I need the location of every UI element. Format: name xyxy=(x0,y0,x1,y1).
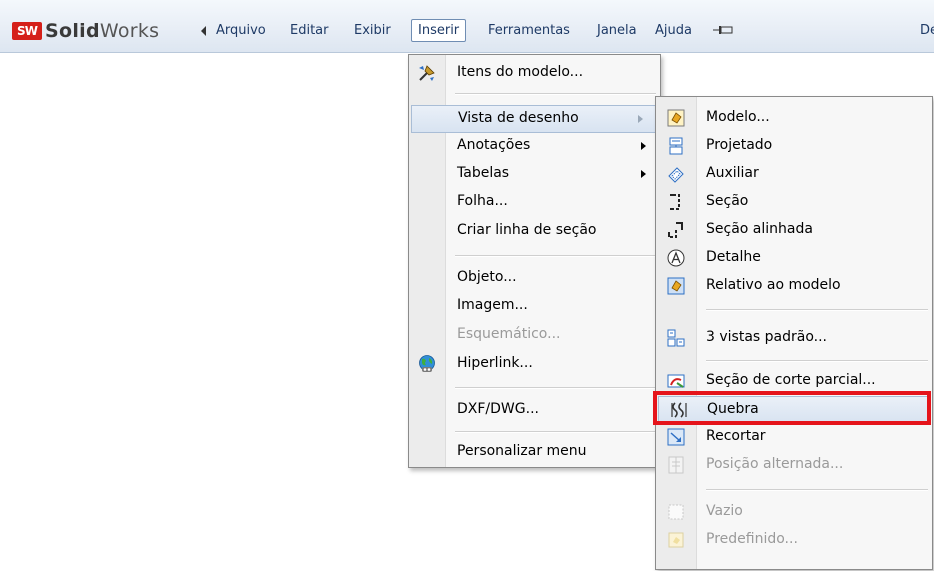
relative-view-icon xyxy=(667,277,685,295)
crop-icon xyxy=(667,428,685,446)
menu-item-label: Criar linha de seção xyxy=(457,222,597,238)
menu-editar[interactable]: Editar xyxy=(290,23,329,38)
menu-item-criar-linha-de-secao[interactable]: Criar linha de seção xyxy=(409,218,660,244)
menu-ajuda[interactable]: Ajuda xyxy=(655,23,692,38)
menu-janela[interactable]: Janela xyxy=(597,23,637,38)
predefined-view-icon xyxy=(668,532,684,548)
menu-item-label: Detalhe xyxy=(706,249,761,265)
menu-item-objeto[interactable]: Objeto... xyxy=(409,265,660,291)
menu-item-tabelas[interactable]: Tabelas xyxy=(409,161,660,187)
menu-item-dxf-dwg[interactable]: DXF/DWG... xyxy=(409,397,660,423)
menu-item-folha[interactable]: Folha... xyxy=(409,189,660,215)
menu-item-hiperlink[interactable]: Hiperlink... xyxy=(409,351,660,377)
menu-item-label: Recortar xyxy=(706,428,766,444)
menu-item-label: Vista de desenho xyxy=(458,110,579,126)
menu-inserir[interactable]: Inserir xyxy=(411,19,467,42)
submenu-item-relativo-ao-modelo[interactable]: Relativo ao modelo xyxy=(656,273,932,299)
collapse-menu-arrow-icon[interactable] xyxy=(201,26,206,36)
menu-item-label: Itens do modelo... xyxy=(457,64,584,80)
logo-badge: SW xyxy=(12,22,42,40)
menu-item-label: Tabelas xyxy=(457,165,510,181)
menu-item-label: Objeto... xyxy=(457,269,517,285)
submenu-item-recortar[interactable]: Recortar xyxy=(656,424,932,450)
menu-item-label: Personalizar menu xyxy=(457,443,587,459)
callout-highlight-box xyxy=(653,391,931,425)
menu-item-label: Hiperlink... xyxy=(457,355,533,371)
menu-ferramentas[interactable]: Ferramentas xyxy=(488,23,570,38)
submenu-arrow-icon xyxy=(641,142,646,150)
empty-view-icon xyxy=(668,504,684,520)
menu-exibir[interactable]: Exibir xyxy=(354,23,391,38)
menu-separator xyxy=(706,360,928,362)
inserir-menu: Itens do modelo... Vista de desenho Anot… xyxy=(408,54,661,468)
menu-item-label: Seção xyxy=(706,193,749,209)
menu-separator xyxy=(706,309,928,311)
menu-item-label: Vazio xyxy=(706,503,743,519)
menu-item-label: DXF/DWG... xyxy=(457,401,539,417)
logo-name-bold: Solid xyxy=(45,20,100,42)
globe-icon xyxy=(419,355,435,372)
menu-item-label: Esquemático... xyxy=(457,326,561,342)
menu-separator xyxy=(455,255,656,257)
submenu-item-vazio: Vazio xyxy=(656,499,932,525)
projected-view-icon xyxy=(669,137,683,155)
submenu-item-modelo[interactable]: Modelo... xyxy=(656,105,932,131)
menu-separator xyxy=(455,431,656,433)
detail-view-icon xyxy=(667,249,685,267)
submenu-item-secao[interactable]: Seção xyxy=(656,189,932,215)
menu-item-label: Imagem... xyxy=(457,297,528,313)
menu-item-label: Predefinido... xyxy=(706,531,798,547)
menu-bar: SW SolidWorks Arquivo Editar Exibir Inse… xyxy=(0,0,934,53)
standard-3-views-icon xyxy=(667,329,685,347)
pin-icon[interactable] xyxy=(712,24,734,36)
menu-item-label: Anotações xyxy=(457,137,531,153)
menu-item-label: Auxiliar xyxy=(706,165,759,181)
menu-item-label: 3 vistas padrão... xyxy=(706,329,827,345)
menu-clipped-item[interactable]: De xyxy=(920,23,934,38)
logo-name-light: Works xyxy=(99,20,160,42)
solidworks-logo: SW SolidWorks xyxy=(12,20,159,42)
submenu-item-posicao-alternada: Posição alternada... xyxy=(656,452,932,478)
auxiliary-view-icon xyxy=(668,167,684,183)
submenu-item-predefinido: Predefinido... xyxy=(656,527,932,553)
menu-item-imagem[interactable]: Imagem... xyxy=(409,293,660,319)
submenu-item-detalhe[interactable]: Detalhe xyxy=(656,245,932,271)
menu-item-label: Seção alinhada xyxy=(706,221,813,237)
menu-item-label: Relativo ao modelo xyxy=(706,277,841,293)
menu-item-label: Folha... xyxy=(457,193,508,209)
menu-item-esquematico: Esquemático... xyxy=(409,322,660,348)
submenu-arrow-icon xyxy=(641,170,646,178)
submenu-item-projetado[interactable]: Projetado xyxy=(656,133,932,159)
menu-separator xyxy=(706,489,928,491)
menu-item-anotacoes[interactable]: Anotações xyxy=(409,133,660,159)
aligned-section-icon xyxy=(668,222,683,238)
broken-out-section-icon xyxy=(667,374,685,388)
menu-item-label: Projetado xyxy=(706,137,773,153)
menu-item-label: Modelo... xyxy=(706,109,770,125)
alternate-position-icon xyxy=(668,456,684,474)
submenu-item-secao-alinhada[interactable]: Seção alinhada xyxy=(656,217,932,243)
menu-arquivo[interactable]: Arquivo xyxy=(216,23,266,38)
menu-item-label: Seção de corte parcial... xyxy=(706,372,876,388)
menu-item-itens-do-modelo[interactable]: Itens do modelo... xyxy=(409,60,660,86)
model-items-icon xyxy=(419,65,435,81)
submenu-arrow-icon xyxy=(638,115,643,123)
section-view-icon xyxy=(670,194,680,210)
menu-item-personalizar-menu[interactable]: Personalizar menu xyxy=(409,439,660,465)
menu-separator xyxy=(455,387,656,389)
submenu-item-auxiliar[interactable]: Auxiliar xyxy=(656,161,932,187)
menu-item-label: Posição alternada... xyxy=(706,456,844,472)
vista-de-desenho-submenu: Modelo... Projetado Auxiliar Seção Seção… xyxy=(655,96,933,570)
submenu-item-3-vistas-padrao[interactable]: 3 vistas padrão... xyxy=(656,325,932,351)
menu-item-vista-de-desenho[interactable]: Vista de desenho xyxy=(411,105,658,133)
menu-separator xyxy=(455,93,656,95)
model-view-icon xyxy=(667,109,685,127)
